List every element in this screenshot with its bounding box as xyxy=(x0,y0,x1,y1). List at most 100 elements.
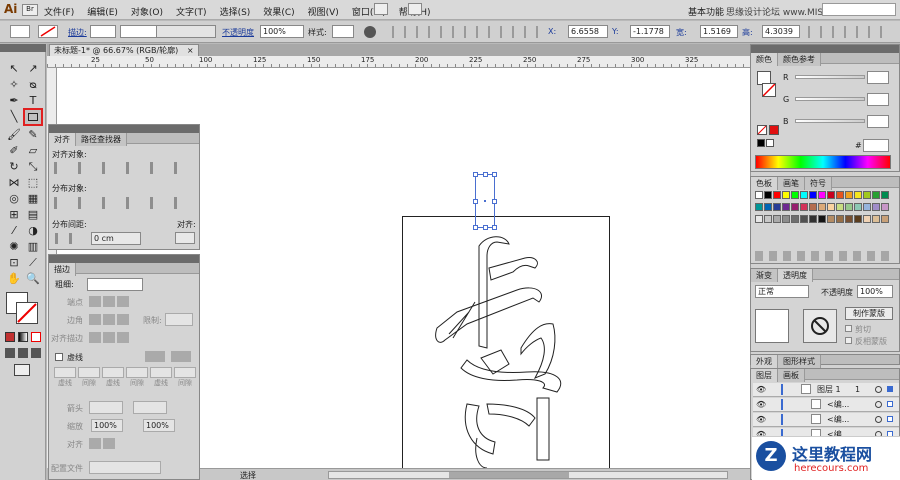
color-swatch[interactable] xyxy=(773,191,781,199)
stroke-color-button[interactable] xyxy=(38,25,58,38)
tab-align[interactable]: 对齐 xyxy=(49,133,76,146)
selection-indicator[interactable] xyxy=(887,416,893,422)
out-of-gamut-icon[interactable] xyxy=(769,125,779,135)
perspective-grid-icon[interactable]: ▦ xyxy=(26,192,40,206)
zoom-tool-icon[interactable]: 🔍 xyxy=(26,272,40,286)
color-swatch[interactable] xyxy=(872,215,880,223)
stroke-weight-field[interactable] xyxy=(90,25,116,38)
eye-icon[interactable]: 👁 xyxy=(756,383,766,396)
dash-field[interactable] xyxy=(150,367,172,378)
mesh-tool-icon[interactable]: ⊞ xyxy=(7,208,21,222)
color-swatch[interactable] xyxy=(845,191,853,199)
layer-row[interactable]: 👁 <编... xyxy=(753,398,899,412)
color-swatch[interactable] xyxy=(872,203,880,211)
selection-indicator[interactable] xyxy=(887,401,893,407)
color-swatch[interactable] xyxy=(791,191,799,199)
color-swatch[interactable] xyxy=(773,203,781,211)
tab-color[interactable]: 颜色 xyxy=(751,53,778,66)
tab-brushes[interactable]: 画笔 xyxy=(778,177,805,190)
eye-icon[interactable]: 👁 xyxy=(756,398,766,411)
layer-row[interactable]: 👁 <编... xyxy=(753,413,899,427)
selected-rectangle[interactable] xyxy=(473,172,497,230)
color-swatch[interactable] xyxy=(863,215,871,223)
swatch-panel-buttons[interactable] xyxy=(755,251,895,261)
distribute-objects-icons[interactable] xyxy=(54,197,194,209)
hex-field[interactable] xyxy=(863,139,889,152)
color-swatch[interactable] xyxy=(782,215,790,223)
r-slider[interactable] xyxy=(795,75,865,79)
free-transform-icon[interactable]: ⬚ xyxy=(26,176,40,190)
tab-swatches[interactable]: 色板 xyxy=(751,177,778,190)
artboard-tool-icon[interactable]: ⊡ xyxy=(7,256,21,270)
layer-row[interactable]: 👁 图层 1 1 xyxy=(753,383,899,397)
spacing-field[interactable]: 0 cm xyxy=(91,232,141,245)
scale-tool-icon[interactable]: ⤡ xyxy=(26,160,40,174)
eraser-tool-icon[interactable]: ▱ xyxy=(26,144,40,158)
color-swatch[interactable] xyxy=(773,215,781,223)
invert-checkbox[interactable] xyxy=(845,337,852,344)
tab-gradient[interactable]: 渐变 xyxy=(751,269,778,282)
r-field[interactable] xyxy=(867,71,889,84)
style-field[interactable] xyxy=(332,25,354,38)
scale-field-2[interactable]: 100% xyxy=(143,419,175,432)
color-swatch[interactable] xyxy=(809,191,817,199)
grid-icon[interactable] xyxy=(408,3,422,15)
dash-field[interactable] xyxy=(54,367,76,378)
color-swatch[interactable] xyxy=(764,203,772,211)
x-field[interactable]: 6.6558 xyxy=(568,25,608,38)
menu-item[interactable]: 选择(S) xyxy=(220,8,251,18)
direct-selection-tool-icon[interactable]: ↗ xyxy=(26,62,40,76)
color-swatch[interactable] xyxy=(836,215,844,223)
color-swatch[interactable] xyxy=(809,215,817,223)
draw-mode-icons[interactable] xyxy=(5,348,43,358)
blob-brush-icon[interactable]: ✐ xyxy=(7,144,21,158)
color-swatch[interactable] xyxy=(881,191,889,199)
dash-pattern-icons[interactable] xyxy=(145,351,193,362)
pen-tool-icon[interactable]: ✒ xyxy=(7,94,21,108)
color-swatch[interactable] xyxy=(881,203,889,211)
color-swatch[interactable] xyxy=(800,191,808,199)
align-icons[interactable] xyxy=(392,26,542,38)
eyedropper-tool-icon[interactable]: ⁄ xyxy=(7,224,21,238)
color-swatch[interactable] xyxy=(863,191,871,199)
document-tab[interactable]: 未标题-1* @ 66.67% (RGB/轮廓) × xyxy=(49,44,199,56)
opacity-field[interactable]: 100% xyxy=(260,25,304,38)
mask-thumbnail[interactable] xyxy=(803,309,837,343)
color-swatch[interactable] xyxy=(854,203,862,211)
tab-symbols[interactable]: 符号 xyxy=(805,177,832,190)
hand-tool-icon[interactable]: ✋ xyxy=(7,272,21,286)
tab-pathfinder[interactable]: 路径查找器 xyxy=(76,133,127,146)
b-slider[interactable] xyxy=(795,119,865,123)
tab-transparency[interactable]: 透明度 xyxy=(778,269,813,282)
y-field[interactable]: -1.1778 xyxy=(630,25,670,38)
dash-field[interactable] xyxy=(102,367,124,378)
menu-item[interactable]: 对象(O) xyxy=(131,8,163,18)
rectangle-tool-icon[interactable] xyxy=(23,108,43,126)
blend-tool-icon[interactable]: ◑ xyxy=(26,224,40,238)
rotate-tool-icon[interactable]: ↻ xyxy=(7,160,21,174)
tab-stroke[interactable]: 描边 xyxy=(49,263,76,276)
clip-checkbox[interactable] xyxy=(845,325,852,332)
color-stroke-swatch[interactable] xyxy=(762,83,776,97)
profile-select[interactable] xyxy=(89,461,161,474)
color-swatch[interactable] xyxy=(755,215,763,223)
weight-field[interactable] xyxy=(87,278,143,291)
align-stroke-icons[interactable] xyxy=(89,332,129,343)
symbol-sprayer-icon[interactable]: ✺ xyxy=(7,240,21,254)
transparency-opacity-field[interactable]: 100% xyxy=(857,285,893,298)
none-swatch[interactable] xyxy=(757,125,767,135)
cap-icons[interactable] xyxy=(89,296,129,307)
stroke-swatch[interactable] xyxy=(16,302,38,324)
menu-item[interactable]: 编辑(E) xyxy=(87,8,118,18)
menu-item[interactable]: 文件(F) xyxy=(44,8,74,18)
tab-layers[interactable]: 图层 xyxy=(751,369,778,382)
pencil-tool-icon[interactable]: ✎ xyxy=(26,128,40,142)
color-swatch[interactable] xyxy=(818,191,826,199)
color-swatch[interactable] xyxy=(872,191,880,199)
align-to-dropdown[interactable] xyxy=(175,232,195,244)
color-swatch[interactable] xyxy=(881,215,889,223)
dashed-checkbox[interactable] xyxy=(55,353,63,361)
horizontal-scrollbar[interactable] xyxy=(328,471,728,479)
color-swatch[interactable] xyxy=(827,191,835,199)
magic-wand-icon[interactable]: ✧ xyxy=(7,78,21,92)
